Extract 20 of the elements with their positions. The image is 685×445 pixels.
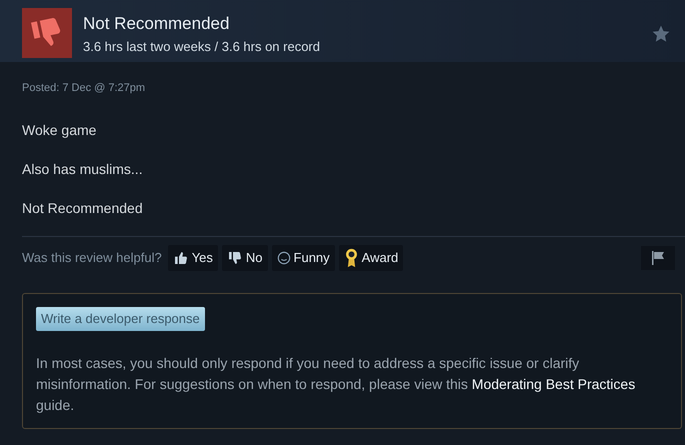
- review-text: Not Recommended: [22, 199, 144, 218]
- response-guidance-text: In most cases, you should only respond if you need to address a specific issue or clarify misinformation. For suggestions on when to respond, please view this Moderating Best Practices guide.: [36, 354, 636, 415]
- vote-button[interactable]: Yes: [168, 245, 218, 271]
- write-response-button[interactable]: Write a developer response: [36, 307, 205, 331]
- playtime-text: 3.6 hrs last two weeks / 3.6 hrs on record: [83, 38, 321, 56]
- flag-icon: [650, 250, 666, 266]
- report-flag-button[interactable]: [641, 246, 675, 270]
- vote-button[interactable]: Funny: [272, 245, 335, 271]
- review-text: Also has muslims...: [22, 160, 144, 179]
- posted-date: Posted: 7 Dec @ 7:27pm: [22, 81, 146, 95]
- star-icon[interactable]: [651, 24, 671, 44]
- helpful-prompt: Was this review helpful?: [22, 249, 162, 268]
- smiley-icon: [276, 251, 291, 265]
- review-verdict: Not Recommended: [83, 13, 230, 35]
- award-icon: [344, 248, 359, 268]
- review-text: Woke game: [22, 121, 98, 140]
- vote-button[interactable]: Award: [338, 245, 404, 271]
- thumbs-up-icon: [172, 250, 189, 266]
- vote-button[interactable]: No: [222, 245, 268, 271]
- thumbs-down-icon: [226, 250, 243, 266]
